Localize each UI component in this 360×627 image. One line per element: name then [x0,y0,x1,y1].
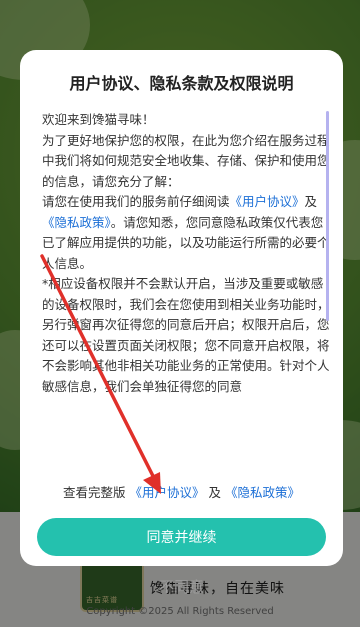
footer-links: 查看完整版 《用户协议》 及 《隐私政策》 [20,482,343,501]
footer-and-text: 及 [208,485,221,500]
intro-line: 欢迎来到馋猫寻味！ [42,112,155,127]
user-agreement-link[interactable]: 《用户协议》 [230,194,305,209]
intro-paragraph: 为了更好地保护您的权限，在此为您介绍在服务过程中我们将如何规范安全地收集、存储、… [42,132,330,189]
read-paragraph: 请您在使用我们的服务前仔细阅读《用户协议》及《隐私政策》。请您知悉，您同意隐私政… [42,192,332,274]
footer-privacy-policy-link[interactable]: 《隐私政策》 [225,485,300,500]
footer-prefix: 查看完整版 [62,485,126,500]
dialog-title: 用户协议、隐私条款及权限说明 [69,74,294,93]
agree-button[interactable]: 同意并继续 [37,518,326,556]
disagree-button[interactable]: 不同意 [20,576,343,597]
dialog-content[interactable]: 欢迎来到馋猫寻味！ 为了更好地保护您的权限，在此为您介绍在服务过程中我们将如何规… [42,110,332,466]
permissions-paragraph: *相应设备权限并不会默认开启，当涉及重要或敏感的设备权限时，我们会在您使用到相关… [42,276,330,394]
footer-user-agreement-link[interactable]: 《用户协议》 [129,485,204,500]
and-text: 及 [304,194,318,209]
privacy-dialog: 用户协议、隐私条款及权限说明 欢迎来到馋猫寻味！ 为了更好地保护您的权限，在此为… [20,50,343,596]
privacy-policy-link[interactable]: 《隐私政策》 [42,215,111,230]
content-scrollbar[interactable] [326,111,329,321]
read-prefix: 请您在使用我们的服务前仔细阅读 [42,194,230,209]
